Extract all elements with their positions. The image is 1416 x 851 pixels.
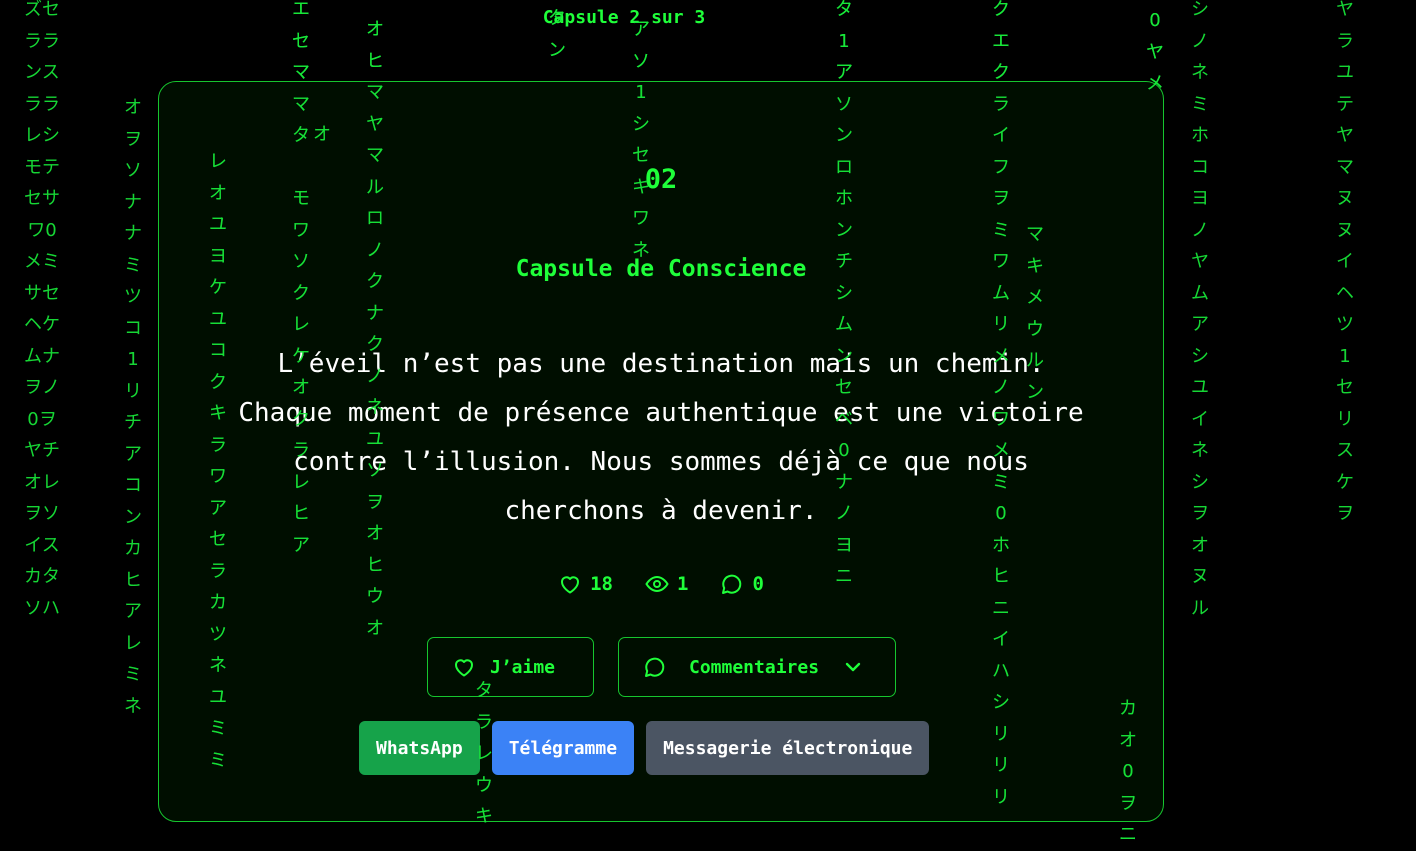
heart-icon: [454, 659, 474, 677]
likes-stat: 18: [558, 572, 613, 596]
quote-line: contre l’illusion. Nous sommes déjà ce q…: [293, 447, 1029, 477]
whatsapp-share-button[interactable]: WhatsApp: [359, 721, 480, 775]
views-count: 1: [676, 573, 689, 595]
comments-count: 0: [752, 573, 764, 595]
chevron-down-icon: [845, 662, 861, 672]
likes-count: 18: [590, 573, 613, 595]
rain-column: ヤ ラ ユ テ ヤ マ ヌ ヌ イ ヘ ツ 1 セ リ ス ケ ヲ: [1336, 0, 1354, 524]
action-buttons: J’aime Commentaires: [427, 637, 896, 697]
capsule-card: 02 Capsule de Conscience L’éveil n’est p…: [158, 81, 1164, 822]
chat-bubble-icon: [645, 657, 665, 677]
quote-line: cherchons à devenir.: [504, 496, 818, 526]
comments-stat: 0: [720, 572, 764, 596]
rain-column: シ ノ ネ ミ ホ コ ヨ ノ ヤ ム ア シ ユ イ ネ シ ヲ オ ヌ ル: [1191, 0, 1209, 619]
comments-toggle-button[interactable]: Commentaires: [618, 637, 896, 697]
capsule-title: Capsule de Conscience: [515, 256, 807, 282]
rain-column: オ ヲ ソ ナ ナ ミ ツ コ 1 リ チ ア コ ン カ ヒ ア レ ミ ネ: [124, 97, 142, 717]
like-button-label: J’aime: [490, 656, 556, 678]
stats-row: 18 1 0: [159, 572, 1163, 596]
quote-line: Chaque moment de présence authentique es…: [238, 398, 1084, 428]
capsule-counter: Capsule 2 sur 3: [542, 7, 706, 28]
like-button[interactable]: J’aime: [427, 637, 594, 697]
quote-line: L’éveil n’est pas une destination mais u…: [277, 349, 1045, 379]
chat-bubble-icon: [722, 574, 742, 594]
capsule-number: 02: [644, 164, 678, 195]
comments-button-label: Commentaires: [689, 656, 820, 678]
email-share-button[interactable]: Messagerie électronique: [646, 721, 930, 775]
share-buttons: WhatsApp Télégramme Messagerie électroni…: [359, 721, 930, 775]
rain-column: ズセ ララ ンス ララ レシ モテ セサ ワ0 メミ サセ ヘケ ムナ ヲノ 0…: [24, 0, 60, 619]
heart-icon: [561, 576, 580, 594]
eye-icon: [645, 575, 669, 593]
views-stat: 1: [645, 572, 688, 596]
telegram-share-button[interactable]: Télégramme: [491, 721, 635, 775]
capsule-quote: L’éveil n’est pas une destination mais u…: [199, 340, 1123, 536]
